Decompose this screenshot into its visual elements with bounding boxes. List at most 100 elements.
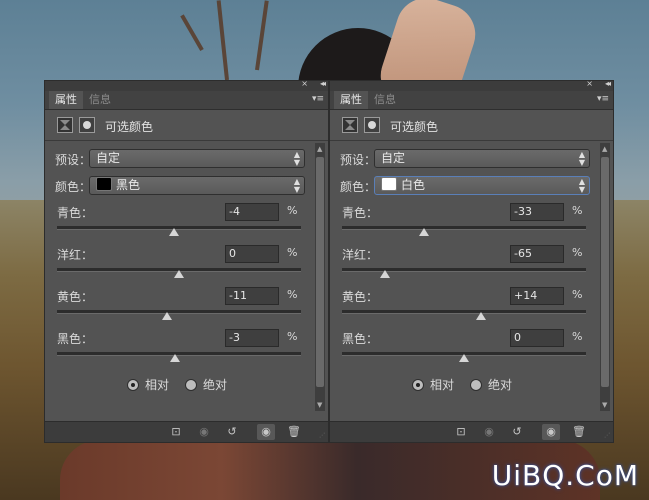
adjustment-title: 可选颜色 <box>390 120 439 134</box>
view-previous-icon[interactable]: ◉ <box>195 424 213 440</box>
resize-grip-icon[interactable]: ⋰ <box>319 432 325 439</box>
method-absolute-radio[interactable]: 绝对 <box>185 376 227 393</box>
trash-icon[interactable]: 🗑 <box>285 424 303 440</box>
scrollbar[interactable]: ▲ ▼ <box>315 143 325 411</box>
magenta-label: 洋红： <box>57 248 94 262</box>
colors-label: 颜色： <box>340 180 377 194</box>
cyan-value-input[interactable]: -33 <box>510 203 564 221</box>
yellow-value-input[interactable]: +14 <box>510 287 564 305</box>
scrollbar[interactable]: ▲ ▼ <box>600 143 610 411</box>
colors-select[interactable]: 白色 ▲ ▼ <box>374 176 590 195</box>
visibility-eye-icon[interactable]: ◉ <box>542 424 560 440</box>
color-swatch <box>96 177 112 191</box>
magenta-value-input[interactable]: 0 <box>225 245 279 263</box>
panel-titlebar: × ◂◂ <box>45 79 328 91</box>
cyan-label: 青色： <box>57 206 94 220</box>
preset-label: 预设： <box>340 153 377 167</box>
method-relative-radio[interactable]: 相对 <box>412 376 454 393</box>
magenta-value-input[interactable]: -65 <box>510 245 564 263</box>
trash-icon[interactable]: 🗑 <box>570 424 588 440</box>
scroll-up-icon[interactable]: ▲ <box>602 145 607 153</box>
black-label: 黑色： <box>342 332 379 346</box>
preset-value: 自定 <box>381 151 406 165</box>
properties-panel-white: × ◂◂ 属性 信息 ▾≡ 可选颜色 ▲ ▼ 预设： 自定 ▲ ▼ 颜色： 白色 … <box>329 79 614 443</box>
resize-grip-icon[interactable]: ⋰ <box>604 432 610 439</box>
adjustment-type-icon <box>57 117 73 133</box>
tab-properties[interactable]: 属性 <box>334 91 368 109</box>
view-previous-icon[interactable]: ◉ <box>480 424 498 440</box>
close-icon[interactable]: × <box>301 79 308 88</box>
method-relative-radio[interactable]: 相对 <box>127 376 169 393</box>
close-icon[interactable]: × <box>586 79 593 88</box>
magenta-slider-thumb[interactable] <box>174 270 184 278</box>
radio-unselected-icon <box>185 379 197 391</box>
visibility-eye-icon[interactable]: ◉ <box>257 424 275 440</box>
percent-unit: % <box>572 204 583 217</box>
percent-unit: % <box>287 288 298 301</box>
black-slider-thumb[interactable] <box>170 354 181 362</box>
properties-panel-black: × ◂◂ 属性 信息 ▾≡ 可选颜色 ▲ ▼ 预设： 自定 ▲ ▼ 颜色： 黑色 … <box>44 79 329 443</box>
black-value-input[interactable]: 0 <box>510 329 564 347</box>
clip-to-layer-icon[interactable]: ⊡ <box>452 424 470 440</box>
preset-value: 自定 <box>96 151 121 165</box>
cyan-slider-track[interactable] <box>342 226 586 230</box>
panel-menu-icon[interactable]: ▾≡ <box>597 94 609 104</box>
collapse-icon[interactable]: ◂◂ <box>605 79 611 88</box>
cyan-value-input[interactable]: -4 <box>225 203 279 221</box>
tab-info[interactable]: 信息 <box>83 91 117 109</box>
percent-unit: % <box>572 288 583 301</box>
yellow-slider-thumb[interactable] <box>161 312 172 320</box>
method-absolute-label: 绝对 <box>203 378 228 392</box>
yellow-label: 黄色： <box>57 290 94 304</box>
scroll-down-icon[interactable]: ▼ <box>317 401 322 409</box>
reset-icon[interactable]: ↺ <box>223 424 241 440</box>
collapse-icon[interactable]: ◂◂ <box>320 79 326 88</box>
updown-arrows-icon: ▲ ▼ <box>293 150 300 167</box>
preset-select[interactable]: 自定 ▲ ▼ <box>89 149 305 168</box>
panel-footer: ⊡ ◉ ↺ ◉ 🗑 ⋰ <box>330 421 613 442</box>
cyan-label: 青色： <box>342 206 379 220</box>
method-absolute-radio[interactable]: 绝对 <box>470 376 512 393</box>
tab-info[interactable]: 信息 <box>368 91 402 109</box>
percent-unit: % <box>572 330 583 343</box>
updown-arrows-icon: ▲ ▼ <box>293 177 300 194</box>
scroll-thumb[interactable] <box>601 157 609 387</box>
yellow-slider-track[interactable] <box>342 310 586 314</box>
layer-mask-icon[interactable] <box>79 117 95 133</box>
reset-icon[interactable]: ↺ <box>508 424 526 440</box>
cyan-slider-thumb[interactable] <box>418 228 429 236</box>
panel-footer: ⊡ ◉ ↺ ◉ 🗑 ⋰ <box>45 421 328 442</box>
colors-select[interactable]: 黑色 ▲ ▼ <box>89 176 305 195</box>
preset-select[interactable]: 自定 ▲ ▼ <box>374 149 590 168</box>
magenta-slider-track[interactable] <box>342 268 586 272</box>
scroll-down-icon[interactable]: ▼ <box>602 401 607 409</box>
radio-selected-icon <box>127 379 139 391</box>
layer-mask-icon[interactable] <box>364 117 380 133</box>
colors-value: 黑色 <box>116 178 141 192</box>
adjustment-title: 可选颜色 <box>105 120 154 134</box>
method-relative-label: 相对 <box>430 378 455 392</box>
yellow-slider-thumb[interactable] <box>476 312 487 320</box>
panel-body: ▲ ▼ 预设： 自定 ▲ ▼ 颜色： 白色 ▲ ▼ 青色： -33 % 洋红： -6… <box>330 141 613 411</box>
clip-to-layer-icon[interactable]: ⊡ <box>167 424 185 440</box>
panel-menu-icon[interactable]: ▾≡ <box>312 94 324 104</box>
yellow-value-input[interactable]: -11 <box>225 287 279 305</box>
percent-unit: % <box>572 246 583 259</box>
magenta-label: 洋红： <box>342 248 379 262</box>
radio-unselected-icon <box>470 379 482 391</box>
panel-titlebar: × ◂◂ <box>330 79 613 91</box>
black-slider-thumb[interactable] <box>459 354 469 362</box>
yellow-slider-track[interactable] <box>57 310 301 314</box>
black-label: 黑色： <box>57 332 94 346</box>
scroll-up-icon[interactable]: ▲ <box>317 145 322 153</box>
preset-label: 预设： <box>55 153 92 167</box>
scroll-thumb[interactable] <box>316 157 324 387</box>
black-value-input[interactable]: -3 <box>225 329 279 347</box>
cyan-slider-thumb[interactable] <box>169 228 180 236</box>
adjustment-type-icon <box>342 117 358 133</box>
magenta-slider-thumb[interactable] <box>379 270 390 278</box>
tab-properties[interactable]: 属性 <box>49 91 83 109</box>
adjustment-header: 可选颜色 <box>330 110 613 141</box>
percent-unit: % <box>287 330 298 343</box>
yellow-label: 黄色： <box>342 290 379 304</box>
